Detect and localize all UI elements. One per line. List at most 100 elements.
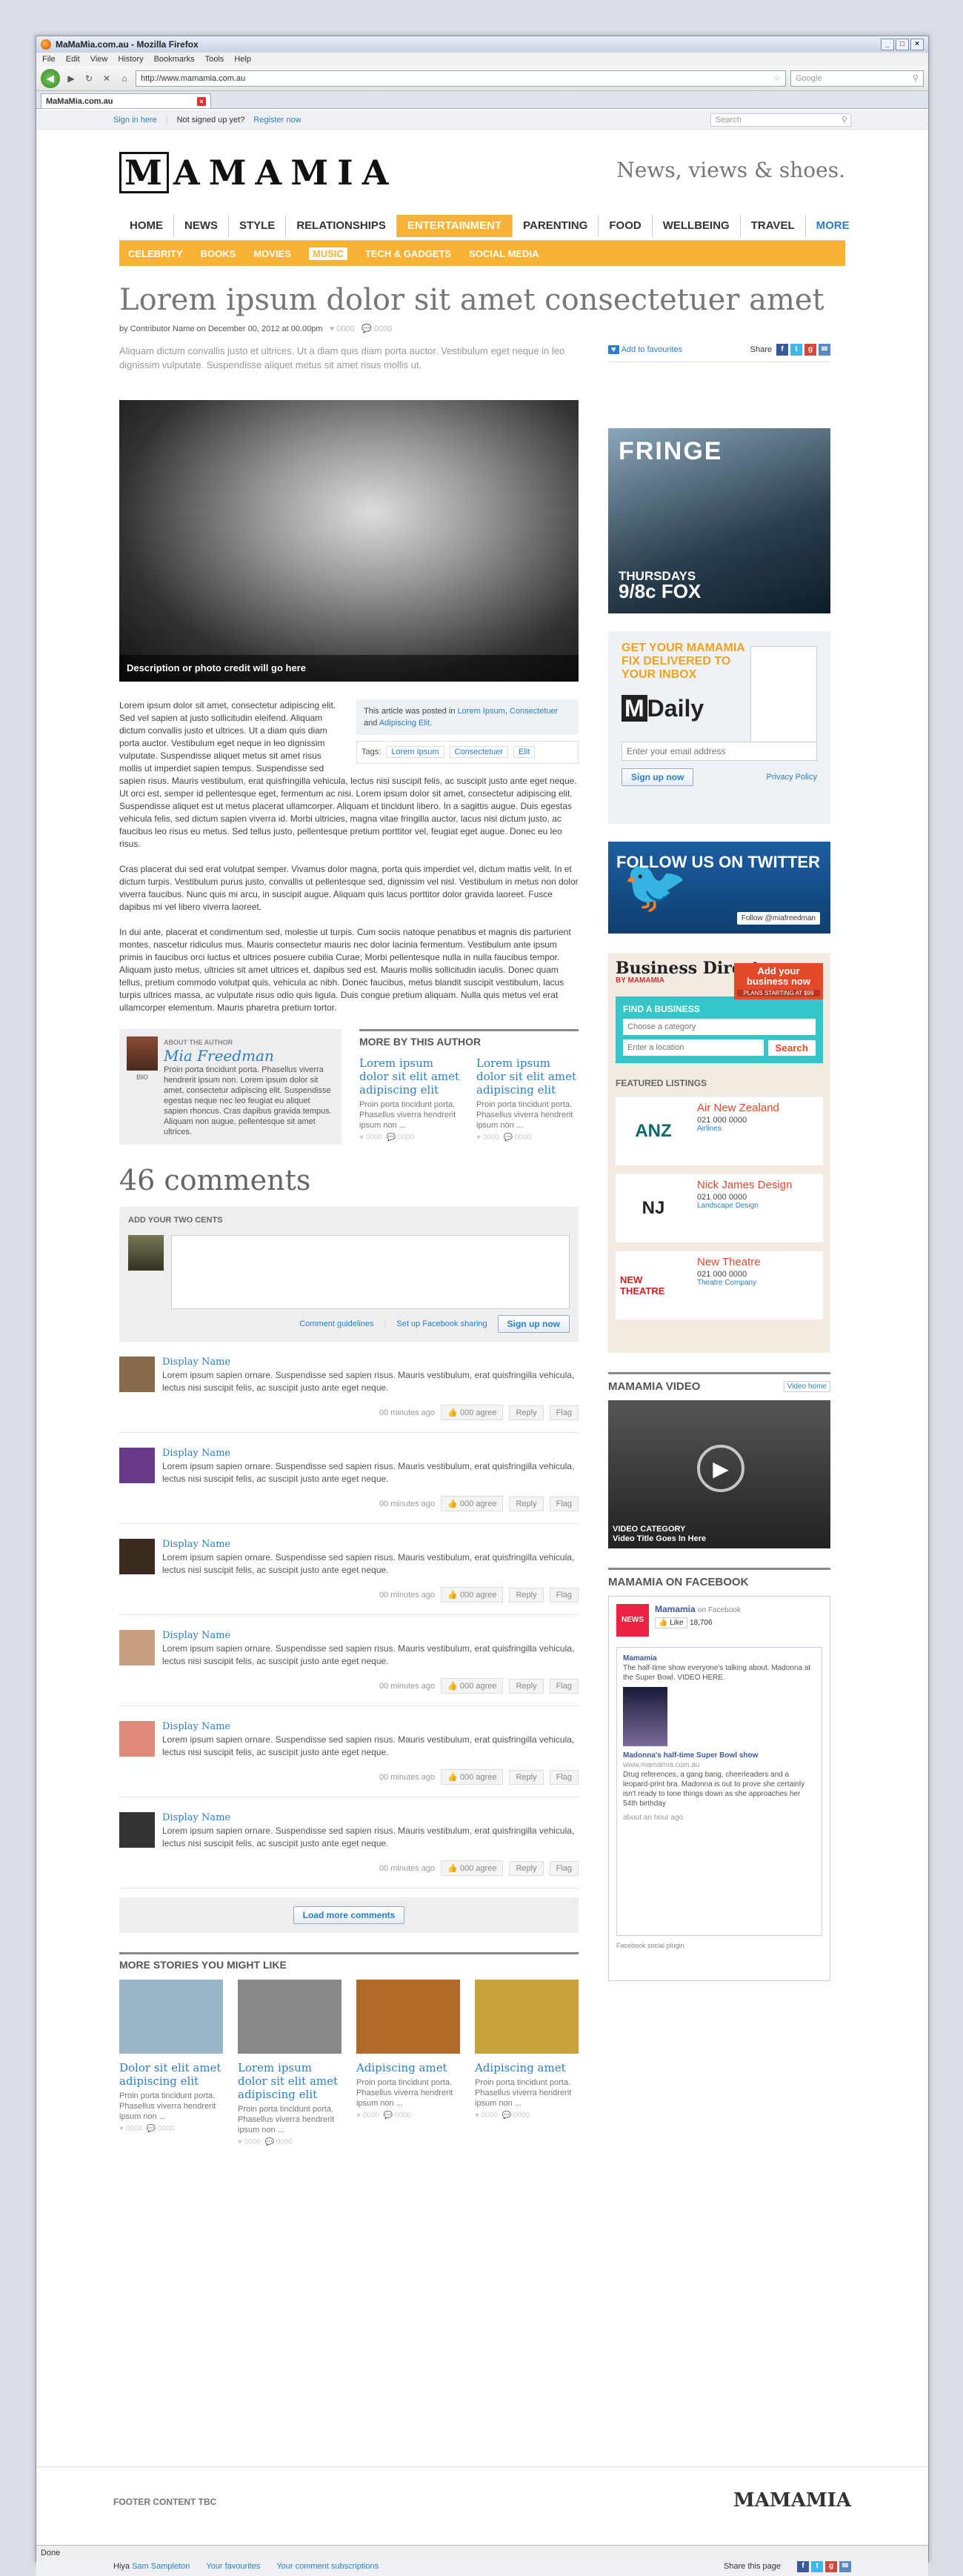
commenter-avatar[interactable] xyxy=(119,1630,155,1665)
flag-button[interactable]: Flag xyxy=(549,1860,579,1876)
nav-wellbeing[interactable]: WELLBEING xyxy=(653,214,741,237)
newsletter-sign-up-button[interactable]: Sign up now xyxy=(622,768,694,786)
business-listing[interactable]: ANZ Air New Zealand 021 000 0000 Airline… xyxy=(616,1097,823,1165)
story-image[interactable] xyxy=(356,1980,460,2054)
subnav-tech[interactable]: TECH & GADGETS xyxy=(365,248,451,259)
video-home-link[interactable]: Video home xyxy=(783,1381,830,1392)
story-image[interactable] xyxy=(238,1980,341,2054)
menu-tools[interactable]: Tools xyxy=(205,55,224,64)
reply-button[interactable]: Reply xyxy=(509,1678,544,1694)
flag-button[interactable]: Flag xyxy=(549,1405,579,1420)
author-story-title[interactable]: Lorem ipsum dolor sit elit amet adipisci… xyxy=(359,1056,461,1096)
reply-button[interactable]: Reply xyxy=(509,1769,544,1785)
location-input[interactable] xyxy=(623,1039,764,1056)
facebook-sharing-link[interactable]: Set up Facebook sharing xyxy=(396,1319,487,1328)
maximize-button[interactable]: □ xyxy=(896,39,909,50)
category-link[interactable]: Adipiscing Elit xyxy=(379,719,430,728)
menu-help[interactable]: Help xyxy=(234,55,251,64)
story-image[interactable] xyxy=(119,1980,223,2054)
nav-food[interactable]: FOOD xyxy=(599,214,653,237)
sign-up-button[interactable]: Sign up now xyxy=(497,1315,570,1333)
business-listing[interactable]: NJ Nick James Design 021 000 0000 Landsc… xyxy=(616,1174,823,1242)
site-logo[interactable]: MAMAMIA xyxy=(119,152,394,193)
stop-icon[interactable]: ✕ xyxy=(100,72,113,85)
fb-post-author[interactable]: Mamamia xyxy=(623,1654,657,1663)
flag-button[interactable]: Flag xyxy=(549,1587,579,1602)
reply-button[interactable]: Reply xyxy=(509,1587,544,1602)
business-name[interactable]: Nick James Design xyxy=(697,1179,792,1191)
menu-bookmarks[interactable]: Bookmarks xyxy=(154,55,195,64)
agree-button[interactable]: 👍 000 agree xyxy=(441,1769,504,1785)
google-plus-icon[interactable]: g xyxy=(825,2560,837,2572)
twitter-icon[interactable]: t xyxy=(790,344,802,356)
facebook-icon[interactable]: f xyxy=(797,2560,809,2572)
menu-view[interactable]: View xyxy=(90,55,108,64)
tag-link[interactable]: Elit xyxy=(513,746,536,758)
commenter-name[interactable]: Display Name xyxy=(162,1357,579,1368)
comment-textarea[interactable] xyxy=(171,1235,570,1309)
flag-button[interactable]: Flag xyxy=(549,1496,579,1511)
commenter-avatar[interactable] xyxy=(119,1812,155,1848)
story-title[interactable]: Adipiscing amet xyxy=(356,2061,460,2074)
url-bar[interactable]: http://www.mamamia.com.au ☆ xyxy=(136,70,786,87)
add-favourites-link[interactable]: Add to favourites xyxy=(622,345,683,354)
twitter-follow[interactable]: 🐦 FOLLOW US ON TWITTER Follow @miafreedm… xyxy=(608,842,830,933)
commenter-name[interactable]: Display Name xyxy=(162,1721,579,1732)
comment-guidelines-link[interactable]: Comment guidelines xyxy=(299,1319,373,1328)
nav-parenting[interactable]: PARENTING xyxy=(513,214,599,237)
commenter-name[interactable]: Display Name xyxy=(162,1812,579,1823)
nav-relationships[interactable]: RELATIONSHIPS xyxy=(286,214,397,237)
nav-more[interactable]: MORE xyxy=(806,215,860,237)
forward-button[interactable]: ▶ xyxy=(64,72,78,85)
twitter-follow-button[interactable]: Follow @miafreedman xyxy=(736,912,820,925)
nav-home[interactable]: HOME xyxy=(119,214,174,237)
category-select[interactable] xyxy=(623,1019,816,1035)
business-name[interactable]: Air New Zealand xyxy=(697,1102,779,1114)
google-plus-icon[interactable]: g xyxy=(804,344,816,356)
agree-button[interactable]: 👍 000 agree xyxy=(441,1678,504,1694)
fb-like-button[interactable]: 👍 Like xyxy=(655,1617,687,1628)
flag-button[interactable]: Flag xyxy=(549,1678,579,1694)
add-business-button[interactable]: Add your business now PLANS STARTING AT … xyxy=(734,963,823,999)
facebook-icon[interactable]: f xyxy=(776,344,788,356)
site-search-input[interactable]: Search ⚲ xyxy=(710,113,851,127)
email-icon[interactable]: ✉ xyxy=(839,2560,851,2572)
agree-button[interactable]: 👍 000 agree xyxy=(441,1496,504,1511)
subnav-music[interactable]: MUSIC xyxy=(308,247,347,260)
twitter-icon[interactable]: t xyxy=(811,2560,823,2572)
reload-icon[interactable]: ↻ xyxy=(82,72,96,85)
agree-button[interactable]: 👍 000 agree xyxy=(441,1405,504,1420)
minimize-button[interactable]: _ xyxy=(881,39,894,50)
menu-edit[interactable]: Edit xyxy=(66,55,80,64)
story-image[interactable] xyxy=(475,1980,579,2054)
privacy-policy-link[interactable]: Privacy Policy xyxy=(767,773,817,782)
subnav-books[interactable]: BOOKS xyxy=(201,248,236,259)
commenter-name[interactable]: Display Name xyxy=(162,1630,579,1641)
fb-post-image[interactable] xyxy=(623,1687,667,1746)
reply-button[interactable]: Reply xyxy=(509,1860,544,1876)
close-button[interactable]: × xyxy=(910,39,924,50)
author-story-title[interactable]: Lorem ipsum dolor sit elit amet adipisci… xyxy=(476,1056,579,1096)
favourites-link[interactable]: Your favourites xyxy=(206,2562,260,2571)
business-listing[interactable]: NEW THEATRE New Theatre 021 000 0000 The… xyxy=(616,1251,823,1319)
commenter-avatar[interactable] xyxy=(119,1539,155,1574)
story-title[interactable]: Adipiscing amet xyxy=(475,2061,579,2074)
business-name[interactable]: New Theatre xyxy=(697,1256,761,1268)
commenter-avatar[interactable] xyxy=(119,1448,155,1483)
video-player[interactable]: ▶ VIDEO CATEGORY Video Title Goes In Here xyxy=(608,1400,830,1548)
email-icon[interactable]: ✉ xyxy=(819,344,830,356)
back-button[interactable]: ◀ xyxy=(41,68,60,88)
user-name-link[interactable]: Sam Sampleton xyxy=(132,2562,190,2571)
commenter-name[interactable]: Display Name xyxy=(162,1539,579,1550)
business-category[interactable]: Airlines xyxy=(697,1125,779,1133)
nav-entertainment[interactable]: ENTERTAINMENT xyxy=(396,214,513,237)
reply-button[interactable]: Reply xyxy=(509,1496,544,1511)
author-name[interactable]: Mia Freedman xyxy=(164,1047,334,1065)
commenter-name[interactable]: Display Name xyxy=(162,1448,579,1459)
subnav-social-media[interactable]: SOCIAL MEDIA xyxy=(469,248,539,259)
commenter-avatar[interactable] xyxy=(119,1721,155,1757)
close-tab-icon[interactable]: × xyxy=(197,96,206,106)
browser-tab[interactable]: MaMaMia.com.au × xyxy=(41,93,211,108)
story-title[interactable]: Lorem ipsum dolor sit elit amet adipisci… xyxy=(238,2061,341,2101)
favourite-icon[interactable]: ♥ xyxy=(608,345,619,354)
